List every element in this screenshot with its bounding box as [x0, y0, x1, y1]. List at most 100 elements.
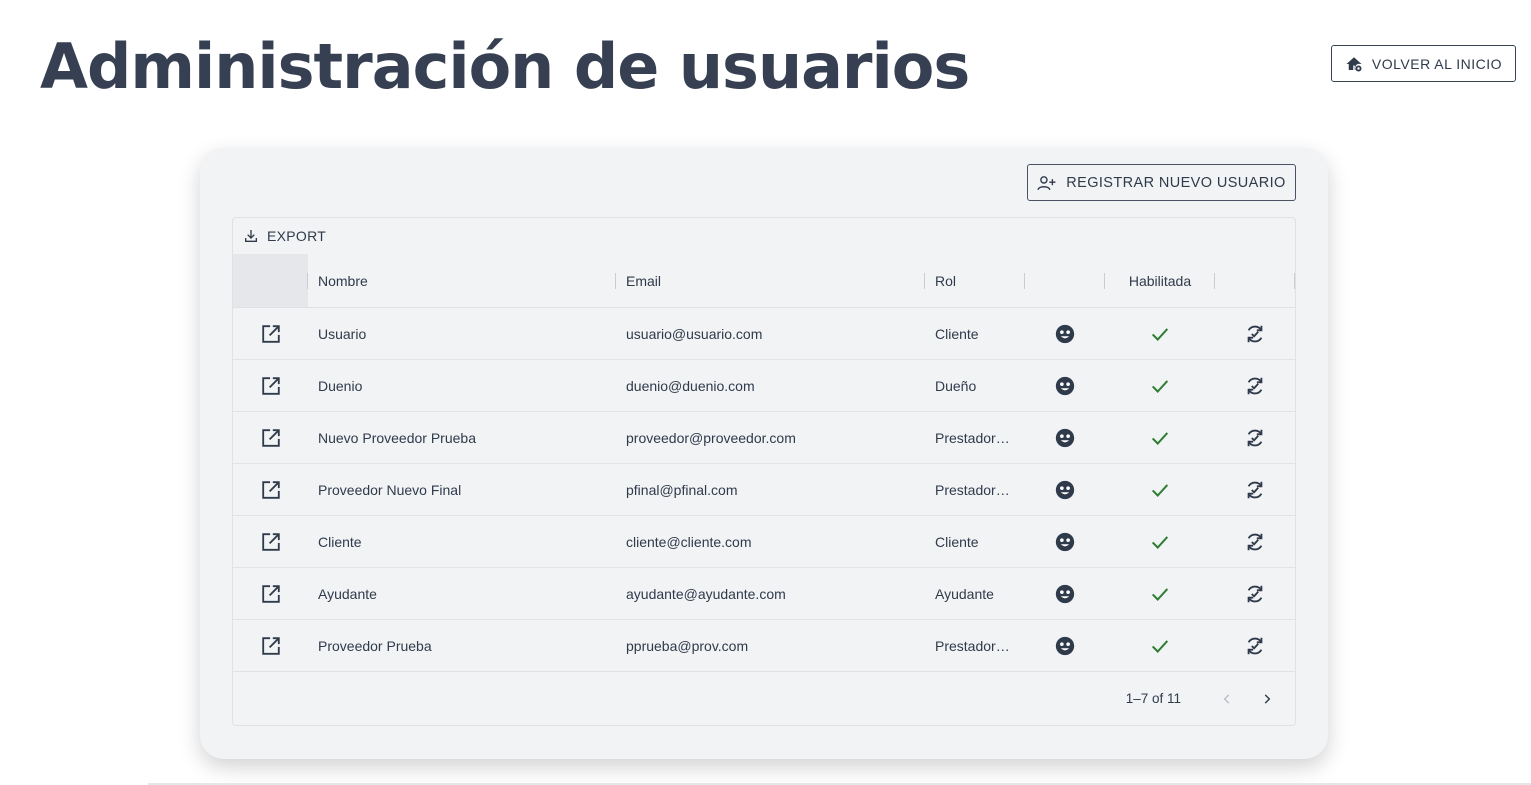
reset-cell [1215, 308, 1295, 359]
rol-text: Cliente [935, 533, 979, 550]
grid-header: Nombre Email Rol Habilitada [233, 254, 1295, 308]
check-icon [1149, 583, 1171, 605]
chevron-left-icon [1220, 692, 1234, 706]
open-cell [233, 360, 308, 411]
next-page-button[interactable] [1247, 679, 1287, 719]
role-action-cell [1025, 620, 1105, 671]
column-header-nombre[interactable]: Nombre [308, 254, 616, 307]
export-label: EXPORT [267, 228, 327, 244]
cell-email: pfinal@pfinal.com [626, 481, 738, 498]
open-cell [233, 620, 308, 671]
rol-text: Prestador… [935, 481, 1010, 498]
habilitada-cell [1105, 516, 1215, 567]
column-header-rol[interactable]: Rol [925, 254, 1025, 307]
home-button[interactable]: VOLVER AL INICIO [1331, 45, 1516, 82]
reset-cell [1215, 412, 1295, 463]
page-title: Administración de usuarios [40, 30, 970, 103]
cell-rol: Cliente [925, 308, 1025, 359]
cell-rol: Prestador… [925, 620, 1025, 671]
face-icon[interactable] [1054, 635, 1076, 657]
cell-rol: Dueño [925, 360, 1025, 411]
sync-icon[interactable] [1244, 635, 1266, 657]
column-header-email[interactable]: Email [616, 254, 925, 307]
pagination-label: 1–7 of 11 [1125, 691, 1181, 706]
download-icon [243, 228, 259, 244]
sync-icon[interactable] [1244, 323, 1266, 345]
role-action-cell [1025, 308, 1105, 359]
cell-nombre: Proveedor Prueba [318, 637, 432, 654]
open-in-new-icon[interactable] [260, 531, 282, 553]
open-in-new-icon[interactable] [260, 635, 282, 657]
cell-rol: Cliente [925, 516, 1025, 567]
sync-icon[interactable] [1244, 427, 1266, 449]
sync-icon[interactable] [1244, 531, 1266, 553]
open-in-new-icon[interactable] [260, 427, 282, 449]
check-icon [1149, 427, 1171, 449]
chevron-right-icon [1260, 692, 1274, 706]
reset-cell [1215, 620, 1295, 671]
habilitada-cell [1105, 568, 1215, 619]
open-in-new-icon[interactable] [260, 323, 282, 345]
table-row: Duenio duenio@duenio.com Dueño [233, 360, 1295, 412]
sync-icon[interactable] [1244, 479, 1266, 501]
face-icon[interactable] [1054, 375, 1076, 397]
cell-rol: Ayudante [925, 568, 1025, 619]
rol-text: Cliente [935, 325, 979, 342]
reset-cell [1215, 464, 1295, 515]
check-icon [1149, 323, 1171, 345]
cell-nombre: Cliente [318, 533, 362, 550]
face-icon[interactable] [1054, 427, 1076, 449]
rol-text: Ayudante [935, 585, 994, 602]
role-action-cell [1025, 464, 1105, 515]
cell-email: pprueba@prov.com [626, 637, 749, 654]
sync-icon[interactable] [1244, 375, 1266, 397]
grid-footer: 1–7 of 11 [233, 671, 1295, 725]
column-header-reset[interactable] [1215, 254, 1295, 307]
table-row: Cliente cliente@cliente.com Cliente [233, 516, 1295, 568]
role-action-cell [1025, 360, 1105, 411]
grid-toolbar: EXPORT [233, 218, 1295, 254]
face-icon[interactable] [1054, 531, 1076, 553]
open-in-new-icon[interactable] [260, 583, 282, 605]
open-cell [233, 308, 308, 359]
cell-email: ayudante@ayudante.com [626, 585, 786, 602]
register-user-button[interactable]: REGISTRAR NUEVO USUARIO [1027, 164, 1296, 201]
column-header-actions [233, 254, 308, 307]
cell-nombre: Duenio [318, 377, 363, 394]
open-cell [233, 568, 308, 619]
cell-nombre: Usuario [318, 325, 367, 342]
users-card: REGISTRAR NUEVO USUARIO EXPORT Nombre Em… [200, 148, 1328, 759]
role-action-cell [1025, 568, 1105, 619]
habilitada-cell [1105, 620, 1215, 671]
column-header-habilitada[interactable]: Habilitada [1105, 254, 1215, 307]
open-in-new-icon[interactable] [260, 479, 282, 501]
rol-text: Prestador… [935, 429, 1010, 446]
export-button[interactable]: EXPORT [241, 224, 328, 248]
cell-rol: Prestador… [925, 412, 1025, 463]
role-action-cell [1025, 516, 1105, 567]
person-add-icon [1037, 174, 1057, 192]
sync-icon[interactable] [1244, 583, 1266, 605]
cell-rol: Prestador… [925, 464, 1025, 515]
rol-text: Dueño [935, 377, 977, 394]
column-header-role-action[interactable] [1025, 254, 1105, 307]
habilitada-cell [1105, 464, 1215, 515]
face-icon[interactable] [1054, 583, 1076, 605]
table-row: Proveedor Prueba pprueba@prov.com Presta… [233, 620, 1295, 672]
open-in-new-icon[interactable] [260, 375, 282, 397]
check-icon [1149, 531, 1171, 553]
habilitada-cell [1105, 360, 1215, 411]
reset-cell [1215, 360, 1295, 411]
open-cell [233, 464, 308, 515]
home-settings-icon [1345, 55, 1363, 73]
habilitada-cell [1105, 412, 1215, 463]
face-icon[interactable] [1054, 479, 1076, 501]
previous-page-button[interactable] [1207, 679, 1247, 719]
users-grid: EXPORT Nombre Email Rol Habilitada Usuar… [232, 217, 1296, 726]
check-icon [1149, 635, 1171, 657]
face-icon[interactable] [1054, 323, 1076, 345]
reset-cell [1215, 516, 1295, 567]
cell-nombre: Nuevo Proveedor Prueba [318, 429, 476, 446]
reset-cell [1215, 568, 1295, 619]
open-cell [233, 412, 308, 463]
